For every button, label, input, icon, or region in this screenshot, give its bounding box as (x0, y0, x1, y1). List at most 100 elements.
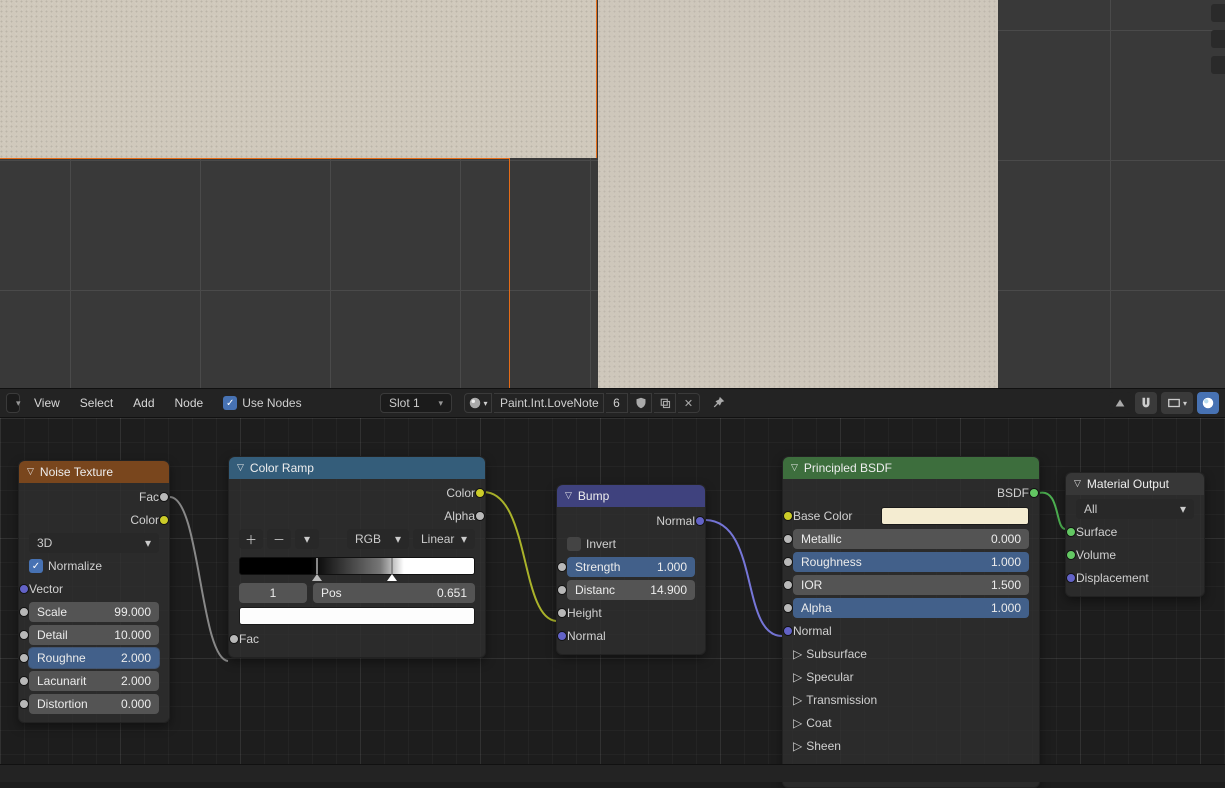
ramp-color-swatch[interactable] (239, 607, 475, 625)
section-specular[interactable]: ▷Specular (789, 667, 1033, 687)
ramp-handle-0[interactable] (312, 558, 322, 580)
socket-distortion[interactable] (19, 699, 29, 709)
socket-surface[interactable] (1066, 527, 1076, 537)
menu-select[interactable]: Select (70, 392, 123, 414)
menu-node[interactable]: Node (165, 392, 214, 414)
node-title[interactable]: ▽Color Ramp (229, 457, 485, 479)
viewport-gizmos[interactable] (1211, 4, 1225, 74)
node-noise-texture[interactable]: ▽Noise Texture Fac Color 3D▾ ✓Normalize … (18, 460, 170, 723)
socket-roughness[interactable] (783, 557, 793, 567)
node-title[interactable]: ▽Noise Texture (19, 461, 169, 483)
socket-strength[interactable] (557, 562, 567, 572)
header-menu: View Select Add Node (24, 392, 213, 414)
normalize-checkbox[interactable]: ✓Normalize (29, 559, 102, 573)
socket-basecolor[interactable] (783, 511, 793, 521)
gizmo-3[interactable] (1211, 56, 1225, 74)
socket-fac[interactable] (159, 492, 169, 502)
ramp-gradient[interactable] (239, 557, 475, 575)
socket-distance[interactable] (557, 585, 567, 595)
parent-tree-button[interactable] (1109, 392, 1131, 414)
roughness-field[interactable]: Roughne2.000 (29, 648, 159, 668)
snap-button[interactable] (1135, 392, 1157, 414)
use-nodes-checkbox[interactable]: ✓ Use Nodes (217, 396, 307, 410)
node-title[interactable]: ▽Material Output (1066, 473, 1204, 495)
socket-roughness[interactable] (19, 653, 29, 663)
lacunarity-field[interactable]: Lacunarit2.000 (29, 671, 159, 691)
node-title[interactable]: ▽Principled BSDF (783, 457, 1039, 479)
socket-height[interactable] (557, 608, 567, 618)
title-label: Color Ramp (250, 461, 314, 475)
pin-button[interactable] (708, 393, 730, 413)
ramp-pos-field[interactable]: Pos0.651 (313, 583, 475, 603)
material-users[interactable]: 6 (606, 393, 628, 413)
node-material-output[interactable]: ▽Material Output All▾ Surface Volume Dis… (1065, 472, 1205, 597)
metallic-field[interactable]: Metallic0.000 (793, 529, 1029, 549)
material-fake-user-button[interactable] (630, 393, 652, 413)
title-label: Noise Texture (40, 465, 113, 479)
dsv: 0.000 (121, 697, 151, 711)
ramp-handle-1[interactable] (387, 558, 397, 580)
distance-field[interactable]: Distanc14.900 (567, 580, 695, 600)
socket-normal-out[interactable] (695, 516, 705, 526)
socket-alpha[interactable] (783, 603, 793, 613)
gizmo-2[interactable] (1211, 30, 1225, 48)
roughness-field[interactable]: Roughness1.000 (793, 552, 1029, 572)
material-selector: Slot 1▾ ▾ Paint.Int.LoveNote 6 ✕ (380, 393, 730, 413)
section-transmission[interactable]: ▷Transmission (789, 690, 1033, 710)
socket-volume[interactable] (1066, 550, 1076, 560)
socket-metallic[interactable] (783, 534, 793, 544)
distortion-field[interactable]: Distortion0.000 (29, 694, 159, 714)
section-coat[interactable]: ▷Coat (789, 713, 1033, 733)
node-bump[interactable]: ▽Bump Normal Invert Strength1.000 Distan… (556, 484, 706, 655)
dimensions-dropdown[interactable]: 3D▾ (29, 533, 159, 553)
node-principled-bsdf[interactable]: ▽Principled BSDF BSDF Base Color Metalli… (782, 456, 1040, 788)
ramp-interp-dropdown[interactable]: Linear▾ (413, 529, 475, 549)
socket-normal-in[interactable] (557, 631, 567, 641)
title-label: Principled BSDF (804, 461, 892, 475)
basecolor-swatch[interactable] (881, 507, 1029, 525)
material-name-field[interactable]: Paint.Int.LoveNote (494, 393, 604, 413)
node-title[interactable]: ▽Bump (557, 485, 705, 507)
ramp-index-field[interactable]: 1 (239, 583, 307, 603)
target-dropdown[interactable]: All▾ (1076, 499, 1194, 519)
socket-vector[interactable] (19, 584, 29, 594)
viewport-3d[interactable] (0, 0, 1225, 388)
material-unlink-button[interactable]: ✕ (678, 393, 700, 413)
material-new-button[interactable] (654, 393, 676, 413)
socket-alpha[interactable] (475, 511, 485, 521)
header-right-tools: ▾ (1109, 392, 1219, 414)
socket-displacement[interactable] (1066, 573, 1076, 583)
socket-normal[interactable] (783, 626, 793, 636)
menu-view[interactable]: View (24, 392, 70, 414)
ramp-add-button[interactable]: ＋ (239, 529, 263, 549)
ramp-mode-dropdown[interactable]: RGB▾ (347, 529, 409, 549)
section-sheen[interactable]: ▷Sheen (789, 736, 1033, 756)
socket-color[interactable] (475, 488, 485, 498)
node-color-ramp[interactable]: ▽Color Ramp Color Alpha ＋ － ▾ RGB▾ Linea… (228, 456, 486, 658)
alpha-field[interactable]: Alpha1.000 (793, 598, 1029, 618)
socket-lacunarity[interactable] (19, 676, 29, 686)
socket-fac-in[interactable] (229, 634, 239, 644)
output-fac: Fac (139, 490, 159, 504)
socket-detail[interactable] (19, 630, 29, 640)
overlay-dropdown[interactable]: ▾ (1161, 392, 1193, 414)
gizmo-1[interactable] (1211, 4, 1225, 22)
socket-ior[interactable] (783, 580, 793, 590)
ramp-tools-dropdown[interactable]: ▾ (295, 529, 319, 549)
editor-type-dropdown[interactable]: ▾ (6, 393, 20, 413)
section-subsurface[interactable]: ▷Subsurface (789, 644, 1033, 664)
ior-field[interactable]: IOR1.500 (793, 575, 1029, 595)
invert-checkbox[interactable]: Invert (567, 537, 616, 551)
menu-add[interactable]: Add (123, 392, 164, 414)
material-browse-button[interactable]: ▾ (464, 393, 492, 413)
shading-button[interactable] (1197, 392, 1219, 414)
magnet-icon (1139, 396, 1153, 410)
socket-bsdf[interactable] (1029, 488, 1039, 498)
socket-scale[interactable] (19, 607, 29, 617)
ramp-remove-button[interactable]: － (267, 529, 291, 549)
socket-color[interactable] (159, 515, 169, 525)
strength-field[interactable]: Strength1.000 (567, 557, 695, 577)
scale-field[interactable]: Scale99.000 (29, 602, 159, 622)
detail-field[interactable]: Detail10.000 (29, 625, 159, 645)
slot-dropdown[interactable]: Slot 1▾ (380, 393, 452, 413)
